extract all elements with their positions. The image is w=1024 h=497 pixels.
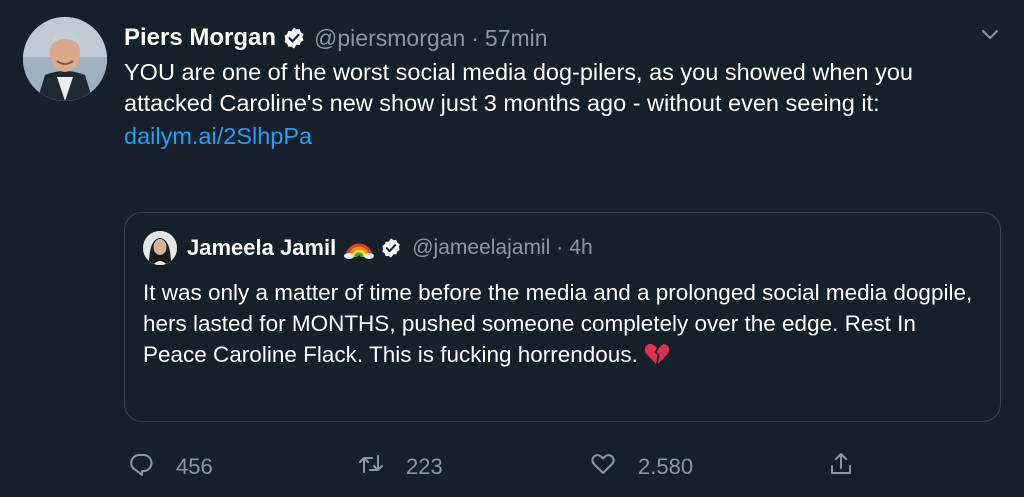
tweet-header: Piers Morgan @piersmorgan · 57min (124, 22, 548, 54)
heart-icon (590, 451, 616, 483)
author-avatar[interactable] (23, 17, 107, 101)
like-count: 2.580 (638, 454, 694, 479)
tweet-actions: 456 223 2.580 (124, 450, 884, 484)
tweet-timestamp[interactable]: 57min (485, 25, 548, 52)
quoted-author-avatar[interactable] (143, 231, 177, 265)
tweet-body: YOU are one of the worst social media do… (124, 59, 913, 116)
tweet[interactable]: Piers Morgan @piersmorgan · 57min YOU ar… (0, 0, 1024, 497)
reply-button[interactable]: 456 (128, 450, 213, 484)
retweet-icon (358, 451, 384, 483)
quoted-author-handle: @jameelajamil (412, 236, 551, 259)
verified-badge-icon (282, 26, 306, 50)
quoted-tweet-body: It was only a matter of time before the … (143, 280, 973, 367)
separator-dot: · (556, 236, 564, 259)
tweet-link[interactable]: dailym.ai/2SlhpPa (124, 121, 984, 152)
author-handle[interactable]: @piersmorgan (314, 25, 465, 52)
reply-count: 456 (176, 454, 213, 479)
chevron-down-icon[interactable] (979, 24, 1001, 46)
like-button[interactable]: 2.580 (590, 450, 693, 484)
retweet-button[interactable]: 223 (358, 450, 443, 484)
tweet-text: YOU are one of the worst social media do… (124, 57, 984, 152)
broken-heart-emoji-icon (644, 342, 670, 366)
quoted-tweet-timestamp: 4h (569, 236, 593, 259)
quoted-tweet-header: Jameela Jamil @jameelajamil · 4h (187, 232, 593, 264)
quoted-tweet-text: It was only a matter of time before the … (143, 277, 983, 370)
verified-badge-icon (380, 237, 402, 259)
author-name[interactable]: Piers Morgan (124, 24, 276, 52)
quoted-tweet[interactable]: Jameela Jamil @jameelajamil · 4h It was … (124, 212, 1001, 422)
quoted-author-name: Jameela Jamil (187, 235, 337, 260)
share-button[interactable] (828, 450, 854, 484)
rainbow-emoji-icon (344, 237, 375, 259)
separator-dot: · (471, 24, 479, 51)
retweet-count: 223 (406, 454, 443, 479)
share-icon (828, 451, 854, 483)
reply-icon (128, 451, 154, 483)
